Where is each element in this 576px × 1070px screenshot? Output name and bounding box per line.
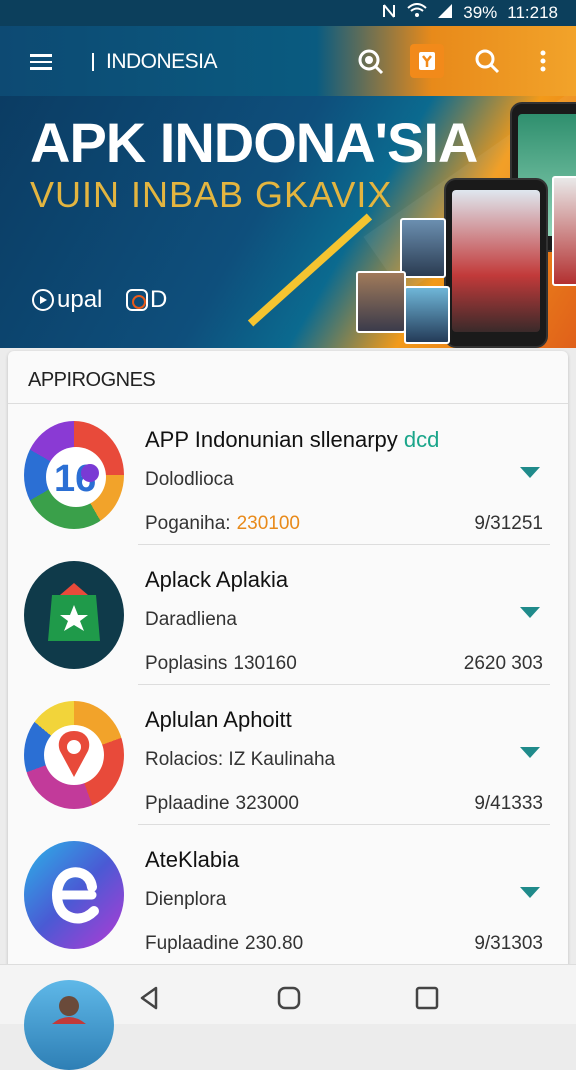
- app-icon: [24, 701, 124, 809]
- bookmark-icon[interactable]: [410, 44, 444, 78]
- app-meta: Pplaadine 323000: [145, 793, 299, 814]
- app-stat: 9/41333: [474, 793, 543, 814]
- app-list-item[interactable]: AteKlabia Dienplora Fuplaadine 230.80 9/3…: [8, 825, 568, 965]
- photo-tile: [552, 176, 576, 286]
- photo-tile: [404, 286, 450, 344]
- app-subtitle: Rolacios: IZ Kaulinaha: [145, 749, 336, 770]
- search-icon[interactable]: [470, 44, 504, 78]
- recents-icon[interactable]: [414, 985, 440, 1011]
- chevron-down-icon[interactable]: [520, 607, 540, 618]
- app-title: INDONESIA: [106, 50, 218, 73]
- title-divider: [92, 53, 94, 71]
- nfc-icon: [381, 3, 397, 23]
- app-meta: Poganiha: 230100: [145, 513, 300, 534]
- app-stat: 9/31251: [474, 513, 543, 534]
- app-subtitle: Dienplora: [145, 889, 227, 910]
- app-stat: 9/31303: [474, 933, 543, 954]
- menu-icon[interactable]: [30, 54, 52, 70]
- chevron-down-icon[interactable]: [520, 467, 540, 478]
- overflow-menu-icon[interactable]: [526, 44, 560, 78]
- app-name: Aplack Aplakia: [145, 567, 289, 592]
- app-icon: [24, 841, 124, 949]
- promo-banner[interactable]: APK INDONA'SIA VUIN ΙΝΒΑΒ GKAVIX upal D: [0, 96, 576, 348]
- back-icon[interactable]: [136, 985, 162, 1011]
- partner-logo-2-text: D: [150, 286, 168, 313]
- partner-logo-2: D: [126, 286, 167, 314]
- section-divider: [8, 403, 568, 404]
- photo-tile: [400, 218, 446, 278]
- camera-icon: [126, 289, 148, 311]
- app-meta: Poplasins 130160: [145, 653, 297, 674]
- banner-subtitle: VUIN ΙΝΒΑΒ GKAVIX: [30, 174, 393, 215]
- battery-level: 39%: [463, 3, 498, 22]
- app-bar: INDONESIA: [0, 26, 576, 96]
- play-icon: [32, 289, 54, 311]
- photo-tile: [356, 271, 406, 333]
- app-icon: [24, 561, 124, 669]
- status-bar: 39% 11:218: [0, 0, 576, 26]
- clock: 11:218: [507, 3, 558, 22]
- app-name: AteKlabia: [145, 847, 240, 872]
- section-title: APPIROGNES: [28, 369, 156, 391]
- signal-icon: [437, 3, 453, 23]
- app-name: Aplulan Aphoitt: [145, 707, 292, 732]
- banner-title: APK INDONA'SIA: [30, 111, 478, 174]
- partner-logo-1: upal: [32, 286, 102, 314]
- app-list-item[interactable]: Aplack Aplakia Daradliena Poplasins 13016…: [8, 545, 568, 685]
- app-subtitle: Dolodlioca: [145, 469, 234, 490]
- banner-stripe: [247, 213, 373, 327]
- partner-logo-1-text: upal: [57, 286, 103, 313]
- apps-card: APPIROGNES 16 APP Indonunian sllenarpy d…: [8, 351, 568, 971]
- chevron-down-icon[interactable]: [520, 887, 540, 898]
- app-icon: 16: [24, 421, 124, 529]
- app-list-item[interactable]: Aplulan Aphoitt Rolacios: IZ Kaulinaha P…: [8, 685, 568, 825]
- phone-mockup-front: [444, 178, 548, 348]
- wifi-icon: [407, 3, 427, 23]
- avatar[interactable]: [24, 980, 114, 1070]
- chevron-down-icon[interactable]: [520, 747, 540, 758]
- app-subtitle: Daradliena: [145, 609, 237, 630]
- home-icon[interactable]: [276, 985, 302, 1011]
- scan-search-icon[interactable]: [353, 44, 387, 78]
- app-list-item[interactable]: 16 APP Indonunian sllenarpy dcd Dolodlio…: [8, 405, 568, 545]
- app-stat: 2620 303: [463, 653, 543, 674]
- app-name: APP Indonunian sllenarpy dcd: [145, 427, 440, 452]
- app-meta: Fuplaadine 230.80: [145, 933, 304, 954]
